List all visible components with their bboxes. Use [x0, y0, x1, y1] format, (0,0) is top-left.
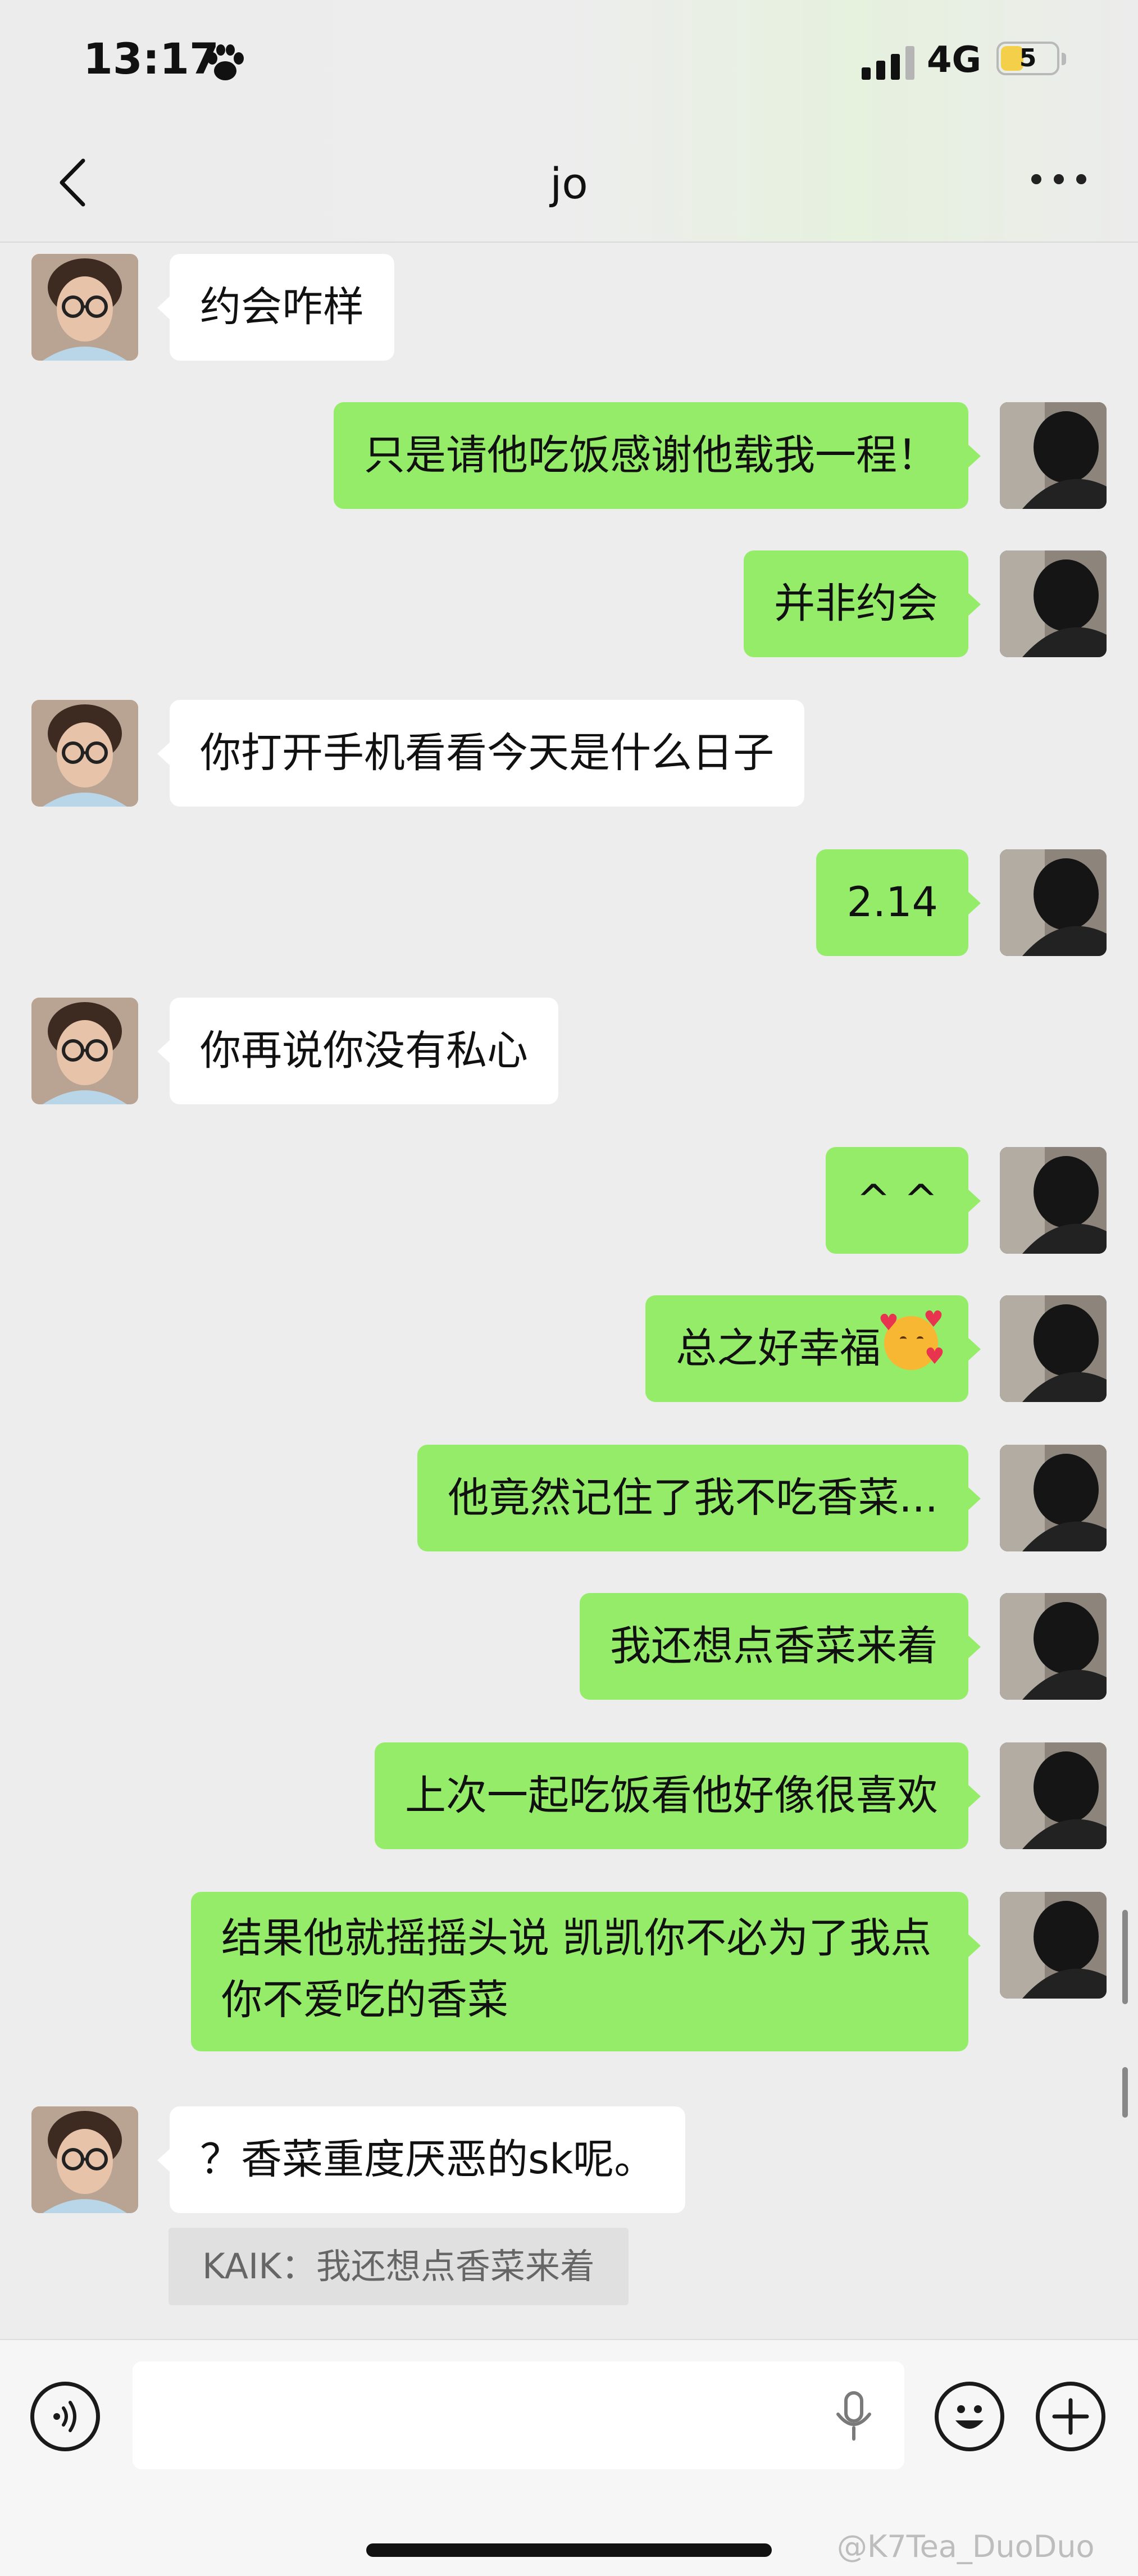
chat-title: jo: [550, 158, 588, 208]
plus-icon: [1052, 2398, 1089, 2435]
self-avatar[interactable]: [1000, 1593, 1107, 1700]
paw-icon: [204, 44, 246, 85]
message-bubble-outgoing[interactable]: 只是请他吃饭感谢他载我一程！: [334, 402, 981, 509]
message-bubble-outgoing[interactable]: 总之好幸福 ♥ ♥ ♥: [645, 1295, 981, 1402]
watermark: @K7Tea_DuoDuo: [837, 2529, 1095, 2564]
message-bubble-outgoing[interactable]: 我还想点香菜来着: [580, 1593, 981, 1700]
self-avatar[interactable]: [1000, 1147, 1107, 1254]
message-bubble-incoming[interactable]: 你再说你没有私心: [157, 998, 558, 1104]
more-icon[interactable]: [1031, 174, 1087, 185]
battery-icon: 5: [996, 42, 1059, 75]
home-indicator[interactable]: [366, 2543, 772, 2557]
contact-avatar[interactable]: [31, 2106, 138, 2213]
message-bubble-outgoing[interactable]: 结果他就摇摇头说 凯凯你不必为了我点你不爱吃的香菜: [191, 1892, 981, 2051]
message-bubble-outgoing[interactable]: 他竟然记住了我不吃香菜...: [417, 1445, 981, 1551]
self-avatar[interactable]: [1000, 550, 1107, 657]
network-type: 4G: [927, 39, 982, 81]
message-input[interactable]: [133, 2361, 904, 2469]
self-avatar[interactable]: [1000, 1892, 1107, 1999]
smiling-face-with-hearts-icon: ♥ ♥ ♥: [878, 1307, 945, 1370]
message-bubble-outgoing[interactable]: ^ ^: [826, 1147, 981, 1254]
microphone-icon[interactable]: [831, 2391, 876, 2443]
self-avatar[interactable]: [1000, 1295, 1107, 1402]
scrollbar[interactable]: [1122, 1910, 1128, 2004]
voice-input-button[interactable]: [30, 2382, 100, 2451]
message-bubble-incoming[interactable]: 约会咋样: [157, 254, 394, 361]
self-avatar[interactable]: [1000, 1445, 1107, 1551]
battery-level: 5: [1019, 44, 1037, 72]
self-avatar[interactable]: [1000, 849, 1107, 956]
quoted-message[interactable]: KAIK：我还想点香菜来着: [169, 2228, 629, 2305]
voice-icon: [53, 2401, 76, 2432]
contact-avatar[interactable]: [31, 254, 138, 361]
smiley-icon: [955, 2405, 984, 2429]
emoji-button[interactable]: [935, 2382, 1004, 2451]
battery-tip: [1062, 53, 1066, 65]
scrollbar-secondary[interactable]: [1122, 2067, 1128, 2118]
message-bubble-outgoing[interactable]: 2.14: [816, 849, 981, 956]
add-more-button[interactable]: [1036, 2382, 1105, 2451]
top-bar: 13:17 4G 5 jo: [0, 0, 1138, 243]
message-bubble-outgoing[interactable]: 并非约会: [744, 550, 981, 657]
message-bubble-outgoing[interactable]: 上次一起吃饭看他好像很喜欢: [375, 1742, 981, 1849]
signal-icon: [862, 46, 918, 80]
message-bubble-incoming[interactable]: 你打开手机看看今天是什么日子: [157, 700, 804, 807]
message-text: 总之好幸福: [676, 1325, 881, 1372]
self-avatar[interactable]: [1000, 402, 1107, 509]
status-time: 13:17: [83, 34, 219, 84]
contact-avatar[interactable]: [31, 700, 138, 807]
contact-avatar[interactable]: [31, 998, 138, 1104]
self-avatar[interactable]: [1000, 1742, 1107, 1849]
message-bubble-incoming[interactable]: ？香菜重度厌恶的sk呢。: [157, 2106, 686, 2213]
